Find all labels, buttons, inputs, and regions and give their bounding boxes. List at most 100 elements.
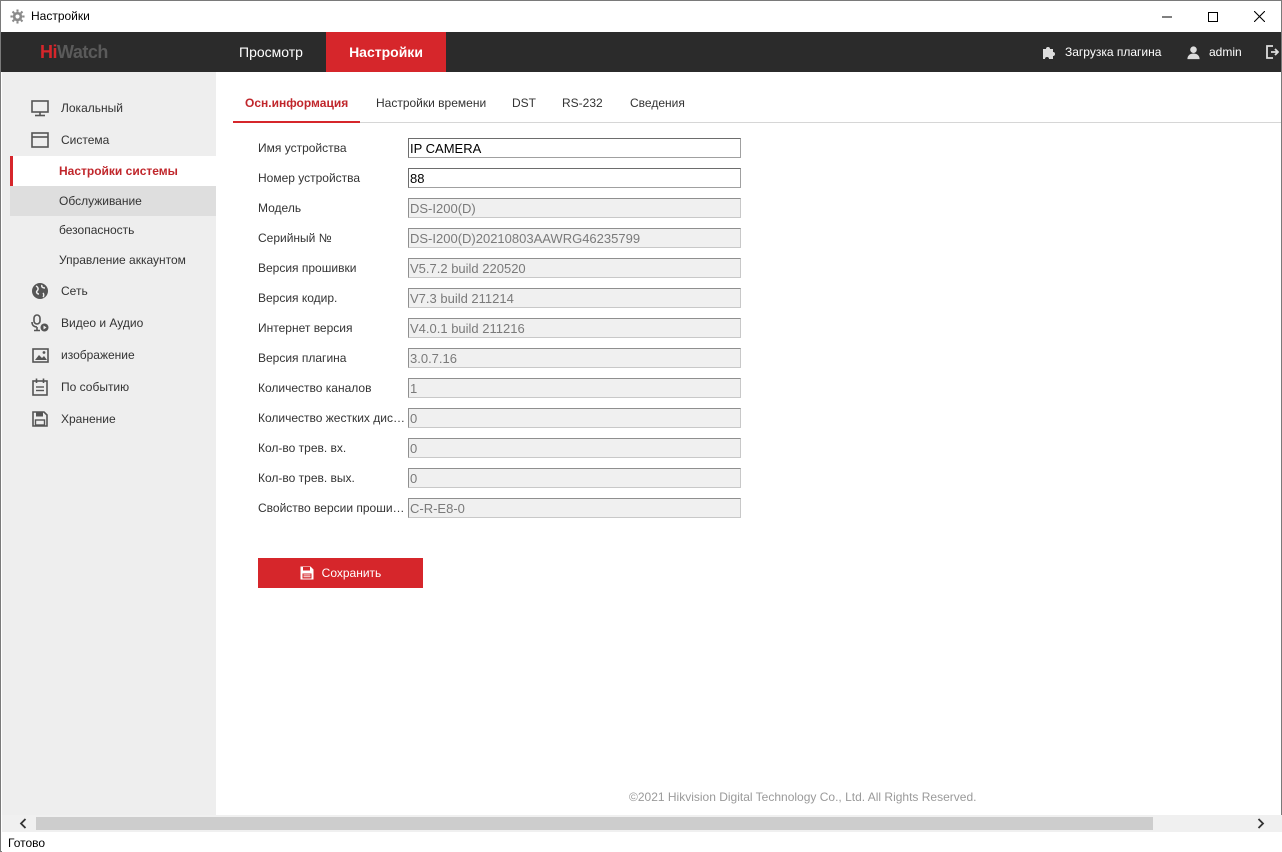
sidebar-label-maintenance: Обслуживание [59,194,142,208]
device-number-input[interactable] [408,168,741,188]
scroll-left-arrow-icon[interactable] [14,815,31,832]
channels-count-field [408,378,741,398]
browser-window: Настройки HiWatch Просмотр Настройки Заг… [0,0,1282,852]
sidebar-label-security: безопасность [59,223,135,237]
form-row-web-version: Интернет версия [258,318,748,338]
window-icon [31,131,49,149]
form-row-plugin-version: Версия плагина [258,348,748,368]
form-row-firmware: Версия прошивки [258,258,748,278]
field-label: Версия прошивки [258,261,357,275]
field-label: Версия плагина [258,351,347,365]
username: admin [1209,45,1242,59]
serial-number-field [408,228,741,248]
title-bar: Настройки [1,1,1281,32]
window-title: Настройки [31,9,90,23]
logout-icon [1266,45,1279,59]
form-row-serial: Серийный № [258,228,748,248]
save-button[interactable]: Сохранить [258,558,423,588]
model-field [408,198,741,218]
alarm-output-count-field [408,468,741,488]
minimize-button[interactable] [1144,1,1190,32]
scroll-right-arrow-icon[interactable] [1252,815,1269,832]
sidebar-item-storage[interactable]: Хранение [2,404,216,434]
tab-time-settings[interactable]: Настройки времени [376,84,486,122]
form-row-hdd: Количество жестких дисков [258,408,748,428]
plugin-download-label: Загрузка плагина [1065,45,1162,59]
sidebar-item-local[interactable]: Локальный [2,93,216,123]
field-label: Номер устройства [258,171,361,185]
close-button[interactable] [1236,1,1282,32]
tab-about[interactable]: Сведения [630,84,685,122]
form-row-device-name: Имя устройства [258,138,748,158]
firmware-version-field [408,258,741,278]
sidebar-item-network[interactable]: Сеть [2,276,216,306]
sidebar-label-accounts: Управление аккаунтом [59,253,186,267]
sidebar-label-video-audio: Видео и Аудио [61,316,144,330]
sidebar-item-image[interactable]: изображение [2,340,216,370]
form-row-alarm-in: Кол-во трев. вх. [258,438,748,458]
logout-button[interactable] [1265,32,1282,72]
status-bar: Готово [2,832,1282,852]
hiwatch-logo: HiWatch [40,42,108,62]
status-text: Готово [8,836,46,850]
form-row-device-number: Номер устройства [258,168,748,188]
globe-icon [31,282,49,300]
field-label: Кол-во трев. вых. [258,471,355,485]
tab-dst[interactable]: DST [512,84,536,122]
monitor-icon [31,99,49,117]
scrollbar-thumb[interactable] [36,817,1153,830]
form-row-channels: Количество каналов [258,378,748,398]
microphone-camera-icon [31,314,49,332]
sidebar-item-video-audio[interactable]: Видео и Аудио [2,308,216,338]
horizontal-scrollbar[interactable] [2,815,1282,832]
form-row-firmware-property: Свойство версии прошивки [258,498,748,518]
sidebar-label-local: Локальный [61,101,123,115]
top-navigation: HiWatch Просмотр Настройки Загрузка плаг… [1,32,1281,72]
tab-rs232[interactable]: RS-232 [562,84,603,122]
nav-settings-tab[interactable]: Настройки [326,32,446,72]
form-row-model: Модель [258,198,748,218]
plugin-version-field [408,348,741,368]
save-icon [300,566,314,580]
maximize-button[interactable] [1190,1,1236,32]
field-label: Свойство версии прошивки [258,501,406,515]
sidebar-item-accounts[interactable]: Управление аккаунтом [2,245,216,275]
nav-view-tab[interactable]: Просмотр [216,32,326,72]
sidebar-item-system[interactable]: Система [2,125,216,155]
field-label: Кол-во трев. вх. [258,441,347,455]
sidebar-label-image: изображение [61,348,135,362]
encoding-version-field [408,288,741,308]
puzzle-icon [1043,47,1055,59]
sidebar-label-storage: Хранение [61,412,116,426]
sidebar-item-event[interactable]: По событию [2,372,216,402]
copyright-text: ©2021 Hikvision Digital Technology Co., … [629,790,977,804]
floppy-disk-icon [31,410,49,428]
sidebar-item-maintenance[interactable]: Обслуживание [10,186,216,216]
sidebar-item-system-settings[interactable]: Настройки системы [10,156,216,186]
device-name-input[interactable] [408,138,741,158]
settings-sidebar: Локальный Система Настройки системы Обсл… [2,72,216,815]
field-label: Версия кодир. [258,291,338,305]
settings-tabs: Осн.информация Настройки времени DST RS-… [233,84,1281,123]
hdd-count-field [408,408,741,428]
field-label: Серийный № [258,231,332,245]
alarm-input-count-field [408,438,741,458]
calendar-icon [31,378,49,396]
plugin-download-link[interactable]: Загрузка плагина [1041,32,1161,72]
firmware-property-field [408,498,741,518]
field-label: Модель [258,201,302,215]
sidebar-label-system-settings: Настройки системы [59,164,178,178]
sidebar-label-system: Система [61,133,110,147]
form-row-encoding: Версия кодир. [258,288,748,308]
field-label: Количество жестких дисков [258,411,406,425]
sidebar-label-network: Сеть [61,284,88,298]
form-row-alarm-out: Кол-во трев. вых. [258,468,748,488]
tab-basic-info[interactable]: Осн.информация [233,84,361,123]
user-icon [1187,45,1200,59]
field-label: Интернет версия [258,321,353,335]
user-menu[interactable]: admin [1186,32,1242,72]
app-gear-icon [10,9,25,24]
sidebar-label-event: По событию [61,380,130,394]
sidebar-item-security[interactable]: безопасность [2,215,216,245]
picture-icon [31,346,49,364]
